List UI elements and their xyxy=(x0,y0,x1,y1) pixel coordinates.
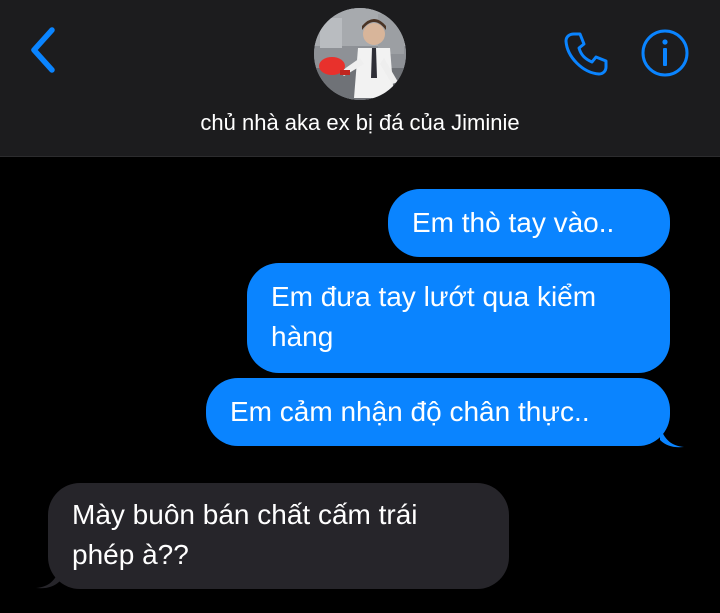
phone-icon xyxy=(564,32,608,76)
chevron-left-icon xyxy=(31,27,55,73)
message-bubble-sent[interactable]: Em đưa tay lướt qua kiểm hàng xyxy=(247,263,670,373)
message-list: Em thò tay vào.. Em đưa tay lướt qua kiể… xyxy=(0,157,720,613)
received-bubble-tail xyxy=(36,567,60,589)
message-bubble-sent[interactable]: Em cảm nhận độ chân thực.. xyxy=(206,378,670,446)
message-text: Em thò tay vào.. xyxy=(412,207,615,238)
contact-name[interactable]: chủ nhà aka ex bị đá của Jiminie xyxy=(0,108,720,138)
message-text: Em đưa tay lướt qua kiểm hàng xyxy=(271,281,597,352)
info-button[interactable] xyxy=(640,28,690,78)
info-icon xyxy=(641,29,689,77)
avatar[interactable] xyxy=(314,8,406,100)
message-text: Mày buôn bán chất cấm trái phép à?? xyxy=(72,499,418,570)
conversation-header: chủ nhà aka ex bị đá của Jiminie xyxy=(0,0,720,157)
message-text: Em cảm nhận độ chân thực.. xyxy=(230,396,590,427)
back-button[interactable] xyxy=(22,24,66,76)
message-bubble-received[interactable]: Mày buôn bán chất cấm trái phép à?? xyxy=(48,483,509,589)
conversation-screen: chủ nhà aka ex bị đá của Jiminie Em thò … xyxy=(0,0,720,613)
call-button[interactable] xyxy=(560,28,612,80)
message-bubble-sent[interactable]: Em thò tay vào.. xyxy=(388,189,670,257)
contact-photo xyxy=(314,8,406,100)
sent-bubble-tail xyxy=(660,426,684,448)
